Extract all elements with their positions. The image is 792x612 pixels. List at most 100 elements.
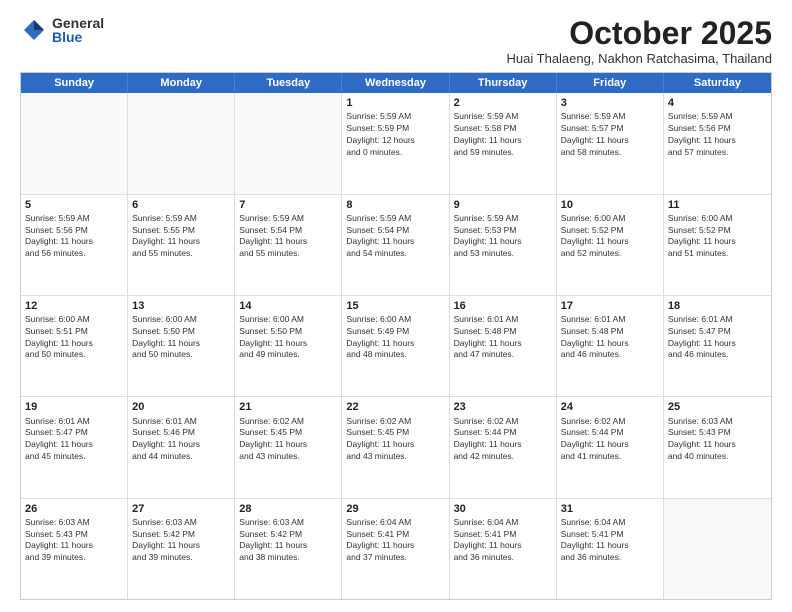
day-cell-20: 20 Sunrise: 6:01 AM Sunset: 5:46 PM Dayli… (128, 397, 235, 497)
day-cell-23: 23Sunrise: 6:02 AM Sunset: 5:44 PM Dayli… (450, 397, 557, 497)
day-cell-22: 22Sunrise: 6:02 AM Sunset: 5:45 PM Dayli… (342, 397, 449, 497)
day-info: Sunrise: 6:00 AM Sunset: 5:50 PM Dayligh… (239, 314, 307, 359)
day-cell-9: 9Sunrise: 5:59 AM Sunset: 5:53 PM Daylig… (450, 195, 557, 295)
day-info: Sunrise: 6:01 AM Sunset: 5:47 PM Dayligh… (25, 416, 93, 461)
day-info: Sunrise: 6:03 AM Sunset: 5:43 PM Dayligh… (668, 416, 736, 461)
logo-general-text: General (52, 16, 104, 30)
day-cell-4: 4Sunrise: 5:59 AM Sunset: 5:56 PM Daylig… (664, 93, 771, 193)
day-cell-16: 16Sunrise: 6:01 AM Sunset: 5:48 PM Dayli… (450, 296, 557, 396)
day-cell-7: 7Sunrise: 5:59 AM Sunset: 5:54 PM Daylig… (235, 195, 342, 295)
calendar-body: 1Sunrise: 5:59 AM Sunset: 5:59 PM Daylig… (21, 93, 771, 599)
calendar: SundayMondayTuesdayWednesdayThursdayFrid… (20, 72, 772, 600)
day-cell-24: 24 Sunrise: 6:02 AM Sunset: 5:44 PM Dayli… (557, 397, 664, 497)
day-info: Sunrise: 6:02 AM Sunset: 5:45 PM Dayligh… (239, 416, 307, 461)
day-cell-2: 2Sunrise: 5:59 AM Sunset: 5:58 PM Daylig… (450, 93, 557, 193)
day-cell-17: 17Sunrise: 6:01 AM Sunset: 5:48 PM Dayli… (557, 296, 664, 396)
day-info: Sunrise: 5:59 AM Sunset: 5:54 PM Dayligh… (346, 213, 414, 258)
day-cell-3: 3Sunrise: 5:59 AM Sunset: 5:57 PM Daylig… (557, 93, 664, 193)
logo: General Blue (20, 16, 104, 44)
day-info: Sunrise: 5:59 AM Sunset: 5:56 PM Dayligh… (25, 213, 93, 258)
day-number: 24 (561, 400, 659, 414)
day-cell-19: 19Sunrise: 6:01 AM Sunset: 5:47 PM Dayli… (21, 397, 128, 497)
day-number: 21 (239, 400, 337, 414)
day-info: Sunrise: 5:59 AM Sunset: 5:56 PM Dayligh… (668, 111, 736, 156)
day-cell-21: 21 Sunrise: 6:02 AM Sunset: 5:45 PM Dayli… (235, 397, 342, 497)
day-info: Sunrise: 6:04 AM Sunset: 5:41 PM Dayligh… (561, 517, 629, 562)
day-info: Sunrise: 5:59 AM Sunset: 5:53 PM Dayligh… (454, 213, 522, 258)
day-cell-5: 5Sunrise: 5:59 AM Sunset: 5:56 PM Daylig… (21, 195, 128, 295)
day-number: 15 (346, 299, 444, 313)
day-info: Sunrise: 6:00 AM Sunset: 5:51 PM Dayligh… (25, 314, 93, 359)
day-cell-18: 18Sunrise: 6:01 AM Sunset: 5:47 PM Dayli… (664, 296, 771, 396)
day-number: 2 (454, 96, 552, 110)
day-info: Sunrise: 6:02 AM Sunset: 5:44 PM Dayligh… (561, 416, 629, 461)
page: General Blue October 2025 Huai Thalaeng,… (0, 0, 792, 612)
day-cell-27: 27Sunrise: 6:03 AM Sunset: 5:42 PM Dayli… (128, 499, 235, 599)
day-number: 9 (454, 198, 552, 212)
day-number: 4 (668, 96, 767, 110)
calendar-row-5: 26Sunrise: 6:03 AM Sunset: 5:43 PM Dayli… (21, 499, 771, 599)
day-info: Sunrise: 5:59 AM Sunset: 5:54 PM Dayligh… (239, 213, 307, 258)
day-number: 10 (561, 198, 659, 212)
day-number: 20 (132, 400, 230, 414)
day-cell-empty-0-1 (128, 93, 235, 193)
day-cell-empty-0-0 (21, 93, 128, 193)
day-cell-6: 6Sunrise: 5:59 AM Sunset: 5:55 PM Daylig… (128, 195, 235, 295)
day-cell-empty-0-2 (235, 93, 342, 193)
day-cell-28: 28Sunrise: 6:03 AM Sunset: 5:42 PM Dayli… (235, 499, 342, 599)
day-cell-26: 26Sunrise: 6:03 AM Sunset: 5:43 PM Dayli… (21, 499, 128, 599)
day-number: 3 (561, 96, 659, 110)
day-number: 22 (346, 400, 444, 414)
logo-blue-text: Blue (52, 30, 104, 44)
location-subtitle: Huai Thalaeng, Nakhon Ratchasima, Thaila… (507, 51, 772, 66)
day-number: 5 (25, 198, 123, 212)
day-number: 1 (346, 96, 444, 110)
day-cell-empty-4-6 (664, 499, 771, 599)
day-info: Sunrise: 6:00 AM Sunset: 5:52 PM Dayligh… (668, 213, 736, 258)
day-cell-11: 11Sunrise: 6:00 AM Sunset: 5:52 PM Dayli… (664, 195, 771, 295)
day-info: Sunrise: 6:01 AM Sunset: 5:48 PM Dayligh… (454, 314, 522, 359)
day-cell-10: 10Sunrise: 6:00 AM Sunset: 5:52 PM Dayli… (557, 195, 664, 295)
calendar-row-4: 19Sunrise: 6:01 AM Sunset: 5:47 PM Dayli… (21, 397, 771, 498)
logo-text: General Blue (52, 16, 104, 44)
day-cell-31: 31Sunrise: 6:04 AM Sunset: 5:41 PM Dayli… (557, 499, 664, 599)
calendar-row-2: 5Sunrise: 5:59 AM Sunset: 5:56 PM Daylig… (21, 195, 771, 296)
day-number: 14 (239, 299, 337, 313)
day-number: 25 (668, 400, 767, 414)
header: General Blue October 2025 Huai Thalaeng,… (20, 16, 772, 66)
day-cell-25: 25 Sunrise: 6:03 AM Sunset: 5:43 PM Dayli… (664, 397, 771, 497)
day-number: 16 (454, 299, 552, 313)
day-number: 31 (561, 502, 659, 516)
day-cell-29: 29Sunrise: 6:04 AM Sunset: 5:41 PM Dayli… (342, 499, 449, 599)
day-info: Sunrise: 6:00 AM Sunset: 5:49 PM Dayligh… (346, 314, 414, 359)
day-info: Sunrise: 6:03 AM Sunset: 5:42 PM Dayligh… (132, 517, 200, 562)
day-number: 26 (25, 502, 123, 516)
day-header-thursday: Thursday (450, 73, 557, 93)
day-number: 18 (668, 299, 767, 313)
day-info: Sunrise: 6:00 AM Sunset: 5:50 PM Dayligh… (132, 314, 200, 359)
day-cell-15: 15Sunrise: 6:00 AM Sunset: 5:49 PM Dayli… (342, 296, 449, 396)
day-header-sunday: Sunday (21, 73, 128, 93)
day-info: Sunrise: 6:04 AM Sunset: 5:41 PM Dayligh… (346, 517, 414, 562)
day-cell-13: 13Sunrise: 6:00 AM Sunset: 5:50 PM Dayli… (128, 296, 235, 396)
day-number: 8 (346, 198, 444, 212)
day-number: 11 (668, 198, 767, 212)
month-title: October 2025 (507, 16, 772, 51)
title-block: October 2025 Huai Thalaeng, Nakhon Ratch… (507, 16, 772, 66)
day-info: Sunrise: 5:59 AM Sunset: 5:57 PM Dayligh… (561, 111, 629, 156)
day-header-monday: Monday (128, 73, 235, 93)
day-number: 28 (239, 502, 337, 516)
day-info: Sunrise: 6:03 AM Sunset: 5:43 PM Dayligh… (25, 517, 93, 562)
day-info: Sunrise: 6:00 AM Sunset: 5:52 PM Dayligh… (561, 213, 629, 258)
day-number: 7 (239, 198, 337, 212)
day-number: 23 (454, 400, 552, 414)
day-info: Sunrise: 6:04 AM Sunset: 5:41 PM Dayligh… (454, 517, 522, 562)
day-number: 30 (454, 502, 552, 516)
day-info: Sunrise: 6:01 AM Sunset: 5:46 PM Dayligh… (132, 416, 200, 461)
calendar-header: SundayMondayTuesdayWednesdayThursdayFrid… (21, 73, 771, 93)
day-number: 27 (132, 502, 230, 516)
day-number: 12 (25, 299, 123, 313)
day-number: 13 (132, 299, 230, 313)
calendar-row-1: 1Sunrise: 5:59 AM Sunset: 5:59 PM Daylig… (21, 93, 771, 194)
day-number: 6 (132, 198, 230, 212)
